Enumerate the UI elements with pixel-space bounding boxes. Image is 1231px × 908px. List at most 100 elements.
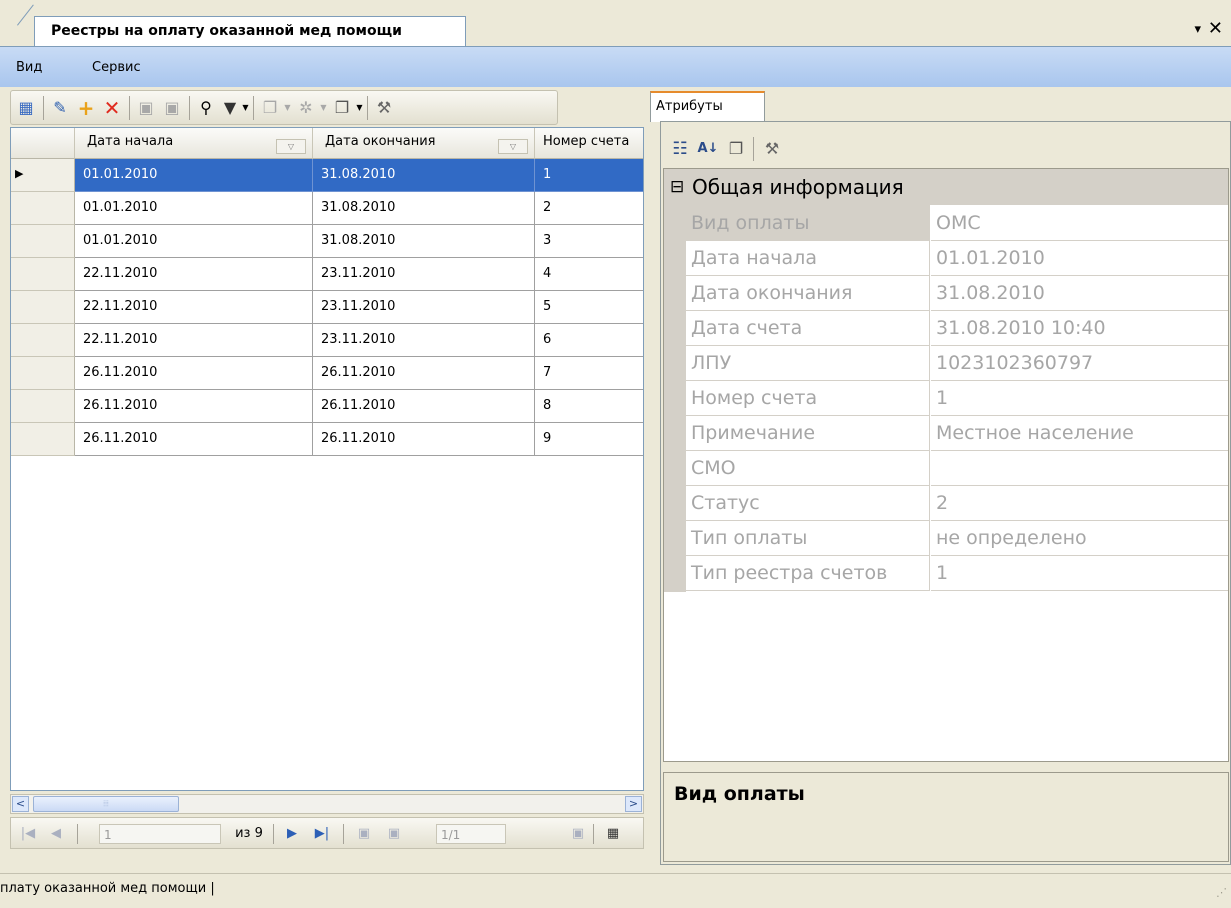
property-value[interactable]: 1	[931, 380, 1228, 416]
scroll-right-button[interactable]: >	[625, 796, 642, 812]
edit-icon[interactable]: ✎	[49, 97, 71, 119]
table-cell[interactable]: 26.11.2010	[313, 423, 535, 456]
table-cell[interactable]: 22.11.2010	[75, 258, 313, 291]
property-row[interactable]: Тип оплаты не определено	[686, 520, 1228, 556]
property-row[interactable]: Дата начала 01.01.2010	[686, 240, 1228, 276]
row-header[interactable]: ▶	[11, 159, 75, 192]
settings-icon[interactable]: ✲	[295, 97, 317, 119]
document-tab[interactable]: Реестры на оплату оказанной мед помощи	[34, 16, 466, 47]
copy-icon[interactable]: ❐	[259, 97, 281, 119]
table-cell[interactable]: 4	[535, 258, 643, 291]
prev-record-icon[interactable]: ◀	[45, 824, 67, 844]
row-header[interactable]	[11, 258, 75, 291]
row-header[interactable]	[11, 423, 75, 456]
first-record-icon[interactable]: |◀	[17, 824, 39, 844]
window-dropdown-arrow[interactable]: ▼	[355, 97, 364, 119]
horizontal-scrollbar[interactable]: < ⦙⦙⦙ >	[10, 794, 644, 814]
add-icon[interactable]: +	[75, 97, 97, 119]
tools-icon[interactable]: ⚒	[373, 97, 395, 119]
list-view-icon[interactable]: ▦	[15, 97, 37, 119]
row-header[interactable]	[11, 192, 75, 225]
table-row[interactable]: ▶ 01.01.2010 31.08.2010 1	[11, 159, 643, 192]
delete-icon[interactable]: ✕	[101, 97, 123, 119]
table-row[interactable]: 01.01.2010 31.08.2010 2	[11, 192, 643, 225]
window-icon[interactable]: ❐	[331, 97, 353, 119]
table-cell[interactable]: 26.11.2010	[75, 390, 313, 423]
table-cell[interactable]: 6	[535, 324, 643, 357]
column-header-invoice-number[interactable]: Номер счета	[535, 128, 643, 159]
table-cell[interactable]: 23.11.2010	[313, 324, 535, 357]
pane-close-button[interactable]: ✕	[1208, 18, 1223, 39]
next-record-icon[interactable]: ▶	[281, 824, 303, 844]
row-header[interactable]	[11, 291, 75, 324]
property-row[interactable]: Примечание Местное население	[686, 415, 1228, 451]
property-row[interactable]: СМО	[686, 450, 1228, 486]
table-row[interactable]: 22.11.2010 23.11.2010 6	[11, 324, 643, 357]
table-cell[interactable]: 22.11.2010	[75, 291, 313, 324]
save-icon[interactable]: ▣	[135, 97, 157, 119]
tools-icon[interactable]: ⚒	[761, 138, 783, 160]
resize-grip-icon[interactable]: ⋰	[1216, 878, 1227, 908]
column-sort-button[interactable]: ▽	[498, 139, 528, 154]
row-header[interactable]	[11, 225, 75, 258]
table-cell[interactable]: 22.11.2010	[75, 324, 313, 357]
scroll-left-button[interactable]: <	[12, 796, 29, 812]
table-row[interactable]: 26.11.2010 26.11.2010 8	[11, 390, 643, 423]
table-cell[interactable]: 31.08.2010	[313, 225, 535, 258]
table-cell[interactable]: 3	[535, 225, 643, 258]
menu-view[interactable]: Вид	[16, 60, 42, 75]
property-row[interactable]: Дата счета 31.08.2010 10:40	[686, 310, 1228, 346]
table-row[interactable]: 26.11.2010 26.11.2010 9	[11, 423, 643, 456]
table-cell[interactable]: 1	[535, 159, 643, 192]
table-cell[interactable]: 23.11.2010	[313, 291, 535, 324]
table-cell[interactable]: 26.11.2010	[75, 423, 313, 456]
tab-attributes[interactable]: Атрибуты	[650, 91, 765, 122]
find-icon[interactable]: ⚲	[195, 97, 217, 119]
property-value[interactable]	[931, 450, 1228, 486]
collapse-icon[interactable]: ⊟	[670, 169, 684, 205]
table-cell[interactable]: 01.01.2010	[75, 225, 313, 258]
column-header-start-date[interactable]: Дата начала ▽	[75, 128, 313, 159]
column-sort-button[interactable]: ▽	[276, 139, 306, 154]
row-header[interactable]	[11, 357, 75, 390]
table-row[interactable]: 01.01.2010 31.08.2010 3	[11, 225, 643, 258]
settings-dropdown-arrow[interactable]: ▼	[319, 97, 328, 119]
property-value[interactable]: Местное население	[931, 415, 1228, 451]
table-cell[interactable]: 23.11.2010	[313, 258, 535, 291]
table-row[interactable]: 22.11.2010 23.11.2010 5	[11, 291, 643, 324]
property-value[interactable]: 1023102360797	[931, 345, 1228, 381]
property-value[interactable]: 31.08.2010 10:40	[931, 310, 1228, 346]
menu-service[interactable]: Сервис	[92, 60, 141, 75]
scroll-thumb[interactable]: ⦙⦙⦙	[33, 796, 179, 812]
property-row[interactable]: Тип реестра счетов 1	[686, 555, 1228, 591]
property-value[interactable]: не определено	[931, 520, 1228, 556]
table-row[interactable]: 22.11.2010 23.11.2010 4	[11, 258, 643, 291]
property-row[interactable]: ЛПУ 1023102360797	[686, 345, 1228, 381]
row-header[interactable]	[11, 324, 75, 357]
table-cell[interactable]: 7	[535, 357, 643, 390]
save-all-icon[interactable]: ▣	[161, 97, 183, 119]
property-row[interactable]: Дата окончания 31.08.2010	[686, 275, 1228, 311]
page-indicator[interactable]: 1/1	[436, 824, 506, 844]
filter-icon[interactable]: ▼	[219, 97, 241, 119]
next-page-icon[interactable]: ▣	[383, 824, 405, 844]
table-cell[interactable]: 2	[535, 192, 643, 225]
record-position-input[interactable]: 1	[99, 824, 221, 844]
property-pages-icon[interactable]: ❐	[725, 138, 747, 160]
table-cell[interactable]: 01.01.2010	[75, 192, 313, 225]
table-row[interactable]: 26.11.2010 26.11.2010 7	[11, 357, 643, 390]
property-row[interactable]: Вид оплаты ОМС	[686, 205, 1228, 241]
category-row[interactable]: ⊟ Общая информация	[664, 169, 1228, 205]
property-value[interactable]: 1	[931, 555, 1228, 591]
filter-dropdown-arrow[interactable]: ▼	[241, 97, 250, 119]
table-cell[interactable]: 26.11.2010	[313, 357, 535, 390]
property-value[interactable]: 01.01.2010	[931, 240, 1228, 276]
row-header[interactable]	[11, 390, 75, 423]
property-value[interactable]: 2	[931, 485, 1228, 521]
sort-alphabetical-icon[interactable]: A↓	[697, 138, 719, 160]
table-cell[interactable]: 31.08.2010	[313, 159, 535, 192]
table-cell[interactable]: 26.11.2010	[313, 390, 535, 423]
table-cell[interactable]: 31.08.2010	[313, 192, 535, 225]
table-cell[interactable]: 01.01.2010	[75, 159, 313, 192]
categorized-icon[interactable]: ☷	[669, 138, 691, 160]
